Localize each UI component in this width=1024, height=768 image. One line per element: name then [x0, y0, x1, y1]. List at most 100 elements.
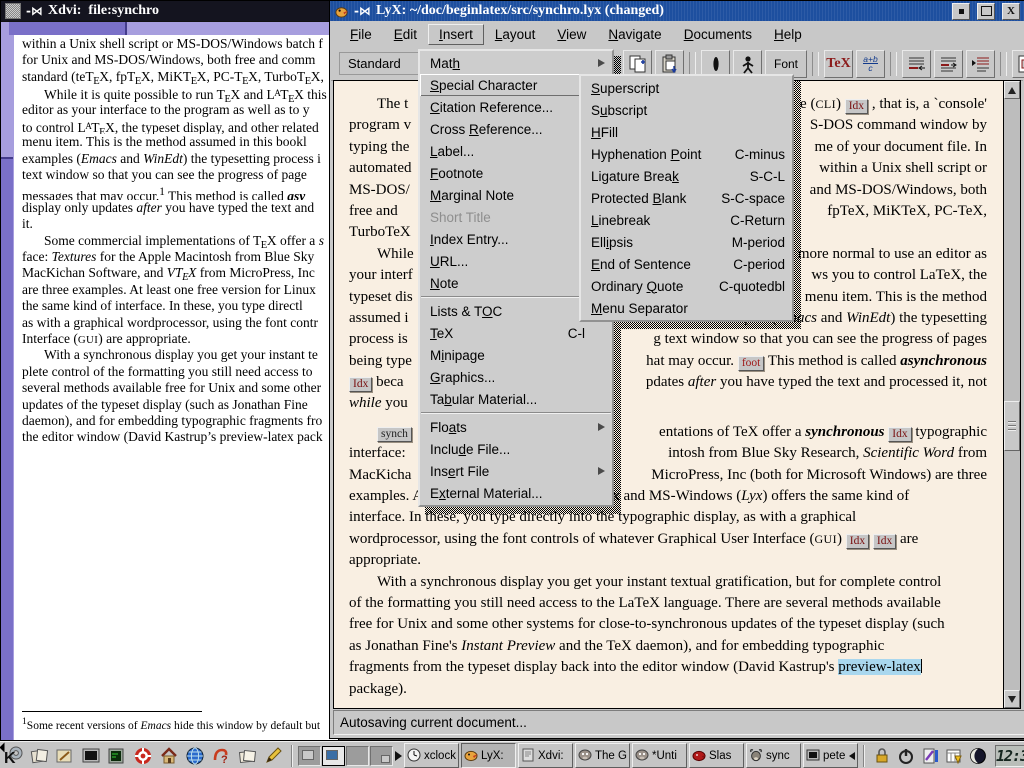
pager-desktop-3[interactable] — [346, 746, 369, 766]
tray-klipper[interactable] — [918, 745, 942, 767]
task-label: pete — [823, 750, 847, 762]
menubar-item-layout[interactable]: Layout — [484, 24, 547, 45]
task-xclock[interactable]: xclock — [404, 743, 459, 768]
menu-item-tabular-material[interactable]: Tabular Material... — [420, 388, 612, 410]
task-the-g[interactable]: The G — [575, 743, 630, 768]
math-mode-button[interactable]: a+bc — [856, 50, 885, 78]
menu-item-subscript[interactable]: Subscript — [581, 99, 792, 121]
menu-item-graphics[interactable]: Graphics... — [420, 366, 612, 388]
depth-add-button[interactable] — [902, 50, 931, 78]
lyx-app-icon — [334, 4, 349, 19]
dvi-preview-page[interactable]: within a Unix shell script or MS-DOS/Win… — [14, 35, 338, 741]
menu-shortcut: M-period — [732, 235, 785, 250]
scroll-up-button[interactable] — [1004, 81, 1020, 99]
launcher-home[interactable] — [156, 744, 182, 768]
launcher-web-browser[interactable] — [182, 744, 208, 768]
menubar-item-navigate[interactable]: Navigate — [597, 24, 672, 45]
menu-item-ligature-break[interactable]: Ligature BreakS-C-L — [581, 165, 792, 187]
sticky-pin-icon[interactable]: -⋈ — [354, 4, 371, 18]
desktop: -⋈ Xdvi: file:synchro within a Unix shel… — [0, 0, 1024, 768]
sticky-pin-icon[interactable]: -⋈ — [26, 4, 43, 18]
menu-shortcut: S-C-L — [750, 169, 785, 184]
menu-item-math[interactable]: Math — [420, 52, 612, 74]
footnote-text: 1Some recent versions of Emacs hide this… — [22, 716, 320, 732]
launcher-console[interactable] — [78, 744, 104, 768]
menubar-item-file[interactable]: File — [339, 24, 383, 45]
menu-item-end-of-sentence[interactable]: End of SentenceC-period — [581, 253, 792, 275]
xdvi-vertical-scrollbar[interactable] — [1, 35, 15, 741]
xdvi-vscroll-thumb[interactable] — [1, 157, 13, 741]
tray-lock[interactable] — [870, 745, 894, 767]
tray-power[interactable] — [894, 745, 918, 767]
menu-item-ellipsis[interactable]: EllipsisM-period — [581, 231, 792, 253]
menubar-item-documents[interactable]: Documents — [673, 24, 763, 45]
k-menu-button[interactable]: K — [2, 744, 24, 768]
menu-item-hfill[interactable]: HFill — [581, 121, 792, 143]
minimize-button[interactable] — [952, 3, 970, 20]
document-line: With a synchronous display you get your … — [349, 572, 987, 593]
xdvi-titlebar[interactable]: -⋈ Xdvi: file:synchro — [1, 1, 338, 21]
launcher-mail[interactable] — [234, 744, 260, 768]
close-icon: X — [1007, 6, 1015, 16]
menubar-item-edit[interactable]: Edit — [383, 24, 428, 45]
menu-item-tex[interactable]: TeXC-l — [420, 322, 612, 344]
menu-item-include-file[interactable]: Include File... — [420, 438, 612, 460]
document-line: of the formatting you still need access … — [349, 593, 987, 614]
console-icon — [81, 746, 101, 766]
menubar-item-insert[interactable]: Insert — [428, 24, 484, 45]
launcher-window-list[interactable] — [26, 744, 52, 768]
tray-moon[interactable] — [966, 745, 990, 767]
launcher-help[interactable] — [130, 744, 156, 768]
task-scroll-right[interactable] — [395, 745, 402, 767]
menubar-item-view[interactable]: View — [546, 24, 597, 45]
task-lyx[interactable]: LyX: — [461, 743, 516, 768]
moon-icon — [969, 747, 987, 765]
xdvi-window-title: Xdvi: file:synchro — [48, 3, 159, 19]
tray-organizer[interactable] — [942, 745, 966, 767]
task-slas[interactable]: Slas — [689, 743, 744, 768]
menu-shortcut: S-C-space — [721, 191, 785, 206]
menu-item-linebreak[interactable]: LinebreakC-Return — [581, 209, 792, 231]
menu-item-external-material[interactable]: External Material... — [420, 482, 612, 504]
menu-item-floats[interactable]: Floats — [420, 416, 612, 438]
launcher-tips[interactable]: ? — [208, 744, 234, 768]
pager-window — [326, 750, 338, 760]
menu-item-menu-separator[interactable]: Menu Separator — [581, 297, 792, 319]
scroll-down-button[interactable] — [1004, 690, 1020, 708]
menu-shortcut: C-Return — [730, 213, 785, 228]
launcher-desktop[interactable] — [52, 744, 78, 768]
task-unti[interactable]: *Unti — [632, 743, 687, 768]
up-arrow-icon — [1008, 87, 1016, 94]
minimize-icon — [959, 9, 964, 14]
pager-desktop-2[interactable] — [322, 746, 345, 766]
dvi-line: Interface (GUI) are appropriate. — [22, 331, 338, 347]
task-xdvi[interactable]: Xdvi: — [518, 743, 573, 768]
document-scrollbar[interactable] — [1003, 81, 1020, 708]
figure-button[interactable] — [1012, 50, 1024, 78]
pager-desktop-1[interactable] — [298, 746, 321, 766]
depth-next-button[interactable] — [966, 50, 995, 78]
task-pete[interactable]: pete — [803, 743, 858, 768]
taskbar-clock[interactable]: 12:31 — [995, 745, 1024, 767]
maximize-button[interactable] — [977, 3, 995, 20]
launcher-terminal[interactable] — [104, 744, 130, 768]
xdvi-hscroll-thumb[interactable] — [9, 22, 127, 35]
close-button[interactable]: X — [1002, 3, 1020, 20]
menu-item-minipage[interactable]: Minipage — [420, 344, 612, 366]
xdvi-horizontal-scrollbar[interactable] — [1, 21, 338, 36]
menu-item-superscript[interactable]: Superscript — [581, 77, 792, 99]
tex-mode-button[interactable]: TeX — [824, 50, 853, 78]
depth-less-button[interactable] — [934, 50, 963, 78]
menu-item-insert-file[interactable]: Insert File — [420, 460, 612, 482]
task-sync[interactable]: sync — [746, 743, 801, 768]
menu-item-protected-blank[interactable]: Protected BlankS-C-space — [581, 187, 792, 209]
pager-desktop-4[interactable] — [370, 746, 393, 766]
launcher-text-editor[interactable] — [260, 744, 286, 768]
lyx-titlebar[interactable]: -⋈ LyX: ~/doc/beginlatex/src/synchro.lyx… — [330, 1, 1024, 21]
menu-item-ordinary-quote[interactable]: Ordinary QuoteC-quotedbl — [581, 275, 792, 297]
scrollbar-thumb[interactable] — [1004, 401, 1020, 451]
xdvi-icon — [521, 748, 536, 763]
menubar-item-help[interactable]: Help — [763, 24, 813, 45]
clock-icon — [407, 748, 422, 763]
menu-item-hyphenation-point[interactable]: Hyphenation PointC-minus — [581, 143, 792, 165]
